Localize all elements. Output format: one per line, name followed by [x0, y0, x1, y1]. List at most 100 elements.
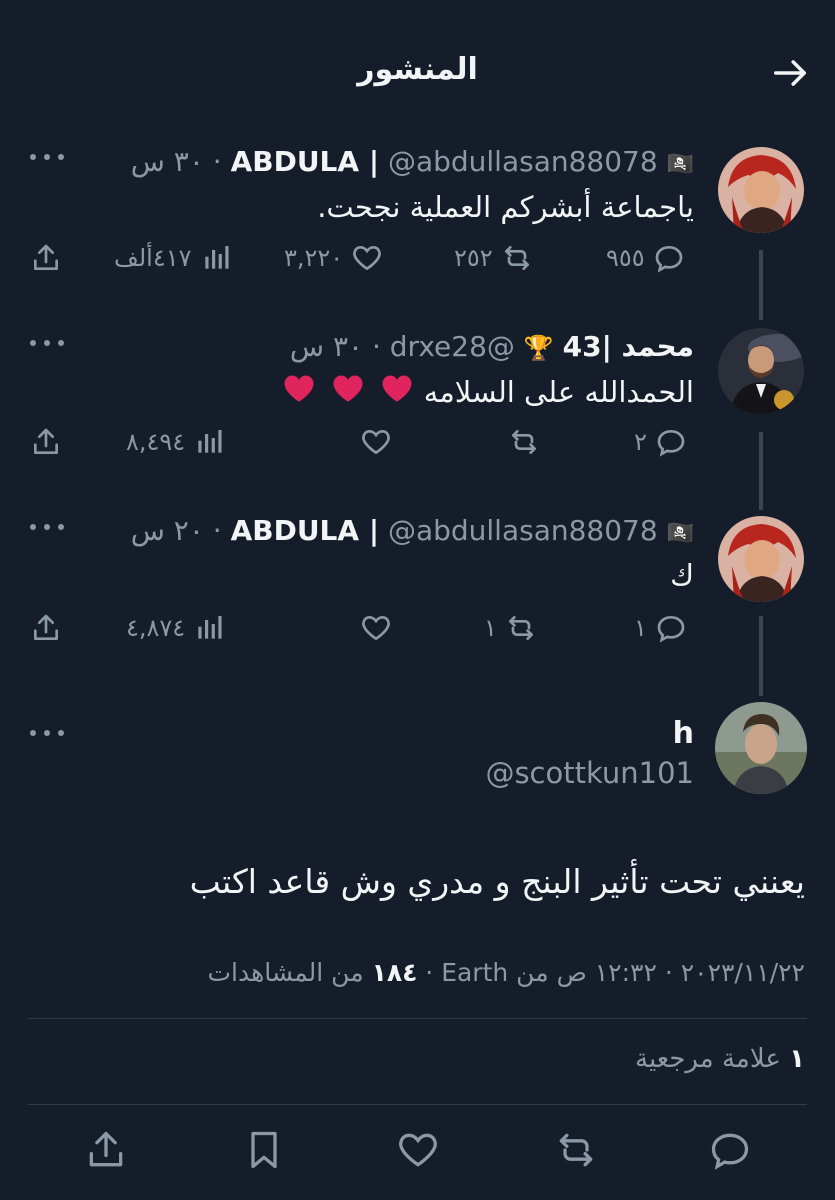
user-handle[interactable]: @scottkun101	[485, 756, 694, 790]
more-options-icon[interactable]	[30, 728, 64, 738]
bookmark-icon	[251, 1131, 277, 1169]
reply-icon	[711, 1133, 749, 1170]
retweet-button[interactable]	[500, 420, 540, 464]
share-icon	[34, 428, 58, 454]
retweet-icon	[512, 430, 536, 454]
tweet-actions: ٢ ٨,٤٩٤	[30, 420, 694, 464]
like-button[interactable]	[396, 1128, 444, 1176]
views-chart-icon	[198, 616, 222, 639]
more-options-icon[interactable]	[30, 522, 64, 532]
pirate-flag-emoji: 🏴‍☠️	[666, 521, 694, 546]
like-button[interactable]	[352, 420, 392, 464]
retweet-icon	[508, 616, 533, 640]
tweet-time[interactable]: ٢٠ س	[131, 514, 204, 547]
focal-actions	[0, 1128, 835, 1178]
tweet-location: من Earth	[441, 958, 549, 987]
focal-tweet-text: يعنني تحت تأثير البنج و مدري وش قاعد اكت…	[189, 862, 805, 901]
reply-icon	[657, 615, 685, 643]
tweet-date[interactable]: ٢٠٢٣/١١/٢٢	[681, 958, 805, 987]
retweet-count: ١	[484, 614, 497, 642]
retweet-button[interactable]: ١	[484, 606, 537, 650]
retweet-button[interactable]	[554, 1128, 602, 1176]
tweet-time[interactable]: ٣٠ س	[131, 145, 204, 178]
tweet-meta: ٢٠٢٣/١١/٢٢ · ١٢:٣٢ ص من Earth · ١٨٤ من ا…	[207, 958, 805, 987]
retweet-icon	[559, 1133, 593, 1167]
user-handle[interactable]: @abdullasan88078	[388, 145, 658, 178]
tweet-text-content: الحمدالله على السلامه	[423, 375, 694, 409]
avatar[interactable]	[715, 702, 807, 794]
tweet-text: الحمدالله على السلامه	[276, 372, 694, 409]
divider	[28, 1018, 807, 1019]
bookmark-button[interactable]	[242, 1128, 290, 1176]
reply-button[interactable]: ٢	[634, 420, 687, 464]
like-button[interactable]: ٣,٢٢٠	[284, 236, 383, 280]
thread-connector	[759, 432, 763, 510]
share-button[interactable]	[30, 606, 62, 650]
like-count: ٣,٢٢٠	[284, 244, 344, 272]
reply-count: ٩٥٥	[606, 244, 645, 272]
views-chart-icon	[204, 246, 229, 269]
views-count: ٨,٤٩٤	[126, 428, 186, 456]
views-button[interactable]: ٨,٤٩٤	[126, 420, 225, 464]
like-button[interactable]	[352, 606, 392, 650]
red-heart-emoji	[331, 372, 365, 406]
tweet-actions: ٩٥٥ ٢٥٢ ٣,٢٢٠ ٤١٧ألف	[30, 236, 694, 280]
thread-connector	[759, 250, 763, 320]
views-chart-icon	[198, 430, 222, 453]
display-name[interactable]: ABDULA |	[231, 514, 379, 547]
tweet-text: ياجماعة أبشركم العملية نجحت.	[317, 190, 694, 224]
bookmarks-count: ١	[789, 1044, 805, 1074]
retweet-button[interactable]: ٢٥٢	[454, 236, 533, 280]
display-name[interactable]: h	[673, 716, 694, 751]
thread-connector	[759, 616, 763, 696]
tweet-header: 🏴‍☠️ ABDULA | @abdullasan88078 · ٣٠ س	[130, 145, 694, 178]
tweet-time[interactable]: ٣٠ س	[290, 330, 363, 363]
heart-icon	[362, 429, 390, 455]
more-options-icon[interactable]	[30, 152, 64, 162]
retweet-count: ٢٥٢	[454, 244, 493, 272]
reply-button[interactable]: ١	[634, 606, 687, 650]
pirate-flag-emoji: 🏴‍☠️	[666, 152, 694, 177]
tweet-actions: ١ ١ ٤,٨٧٤	[30, 606, 694, 650]
retweet-icon	[504, 246, 529, 270]
avatar[interactable]	[718, 516, 804, 602]
reply-button[interactable]	[708, 1128, 756, 1176]
share-icon	[89, 1131, 123, 1167]
reply-count: ٢	[634, 428, 647, 456]
reply-icon	[655, 245, 683, 273]
views-count: ٤,٨٧٤	[126, 614, 186, 642]
heart-icon	[399, 1133, 437, 1167]
views-button[interactable]: ٤١٧ألف	[114, 236, 232, 280]
avatar[interactable]	[718, 147, 804, 233]
display-name[interactable]: ABDULA |	[231, 145, 379, 178]
user-handle[interactable]: @abdullasan88078	[388, 514, 658, 547]
heart-icon	[362, 615, 390, 641]
user-handle[interactable]: @drxe28	[390, 330, 515, 363]
tweet-header: محمد |43 🏆 @drxe28 · ٣٠ س	[289, 330, 694, 363]
bookmarks-label: علامة مرجعية	[635, 1044, 781, 1074]
avatar[interactable]	[718, 328, 804, 414]
views-count: ١٨٤	[371, 958, 418, 987]
views-count: ٤١٧ألف	[114, 244, 192, 272]
views-button[interactable]: ٤,٨٧٤	[126, 606, 225, 650]
red-heart-emoji	[380, 372, 414, 406]
bookmarks-stat[interactable]: ١ علامة مرجعية	[635, 1044, 805, 1074]
tweet-timestamp[interactable]: ١٢:٣٢ ص	[557, 958, 657, 987]
red-heart-emoji	[282, 372, 316, 406]
share-button[interactable]	[30, 236, 62, 280]
page-title: المنشور	[357, 52, 478, 87]
reply-button[interactable]: ٩٥٥	[606, 236, 685, 280]
more-options-icon[interactable]	[30, 338, 64, 348]
back-arrow-icon[interactable]	[771, 54, 809, 92]
share-icon	[34, 614, 58, 640]
reply-count: ١	[634, 614, 647, 642]
top-bar: المنشور	[0, 0, 835, 120]
tweet-header: 🏴‍☠️ ABDULA | @abdullasan88078 · ٢٠ س	[130, 514, 694, 547]
display-name[interactable]: محمد |43	[563, 330, 694, 363]
views-label: من المشاهدات	[207, 958, 364, 987]
share-icon	[34, 244, 58, 270]
share-button[interactable]	[30, 420, 62, 464]
reply-icon	[657, 429, 685, 457]
share-button[interactable]	[84, 1128, 132, 1176]
heart-icon	[353, 245, 382, 271]
